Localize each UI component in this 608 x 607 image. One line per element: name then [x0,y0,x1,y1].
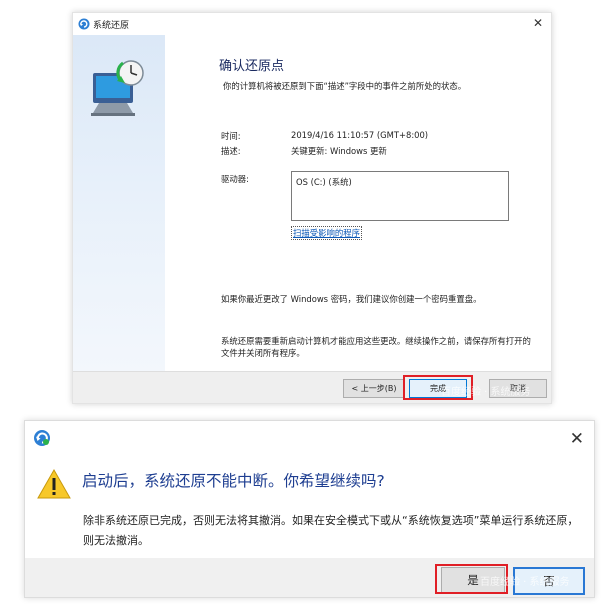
warning-icon [37,469,71,499]
title-bar: 系统还原 ✕ [73,13,551,35]
system-restore-app-icon [34,430,50,446]
system-restore-dialog: 系统还原 ✕ 确认还原点 你的计算机将被还原到下面“描述”字段中的事件之前所处的… [72,12,552,404]
restart-note: 系统还原需要重新启动计算机才能应用这些更改。继续操作之前，请保存所有打开的文件并… [221,336,531,358]
computer-restore-icon [91,60,144,116]
time-value: 2019/4/16 11:10:57 (GMT+8:00) [291,130,429,140]
description-label: 描述: [221,146,241,156]
close-button[interactable]: ✕ [533,16,543,30]
scan-affected-programs-link[interactable]: 扫描受影响的程序 [291,226,362,240]
confirm-description: 除非系统还原已完成，否则无法将其撤消。如果在安全模式下或从“系统恢复选项”菜单运… [83,514,579,547]
button-bar: < 上一步(B) 完成 取消 百度经验 · 系统服务 [73,371,551,403]
drive-item[interactable]: OS (C:) (系统) [296,176,352,188]
watermark: 百度经验 · 系统服务 [480,577,570,588]
left-banner [73,35,165,371]
button-bar: 是 否 百度经验 · 系统服务 [25,558,594,597]
confirm-dialog: ✕ 启动后，系统还原不能中断。你希望继续吗? 除非系统还原已完成，否则无法将其撤… [24,420,595,598]
window-title: 系统还原 [93,21,130,31]
close-button[interactable]: ✕ [570,429,584,449]
page-heading: 确认还原点 [219,59,285,74]
confirm-question: 启动后，系统还原不能中断。你希望继续吗? [82,472,385,490]
drives-label: 驱动器: [221,174,249,184]
intro-text: 你的计算机将被还原到下面“描述”字段中的事件之前所处的状态。 [223,81,467,91]
wizard-content: 确认还原点 你的计算机将被还原到下面“描述”字段中的事件之前所处的状态。 时间:… [165,35,551,371]
drives-list[interactable]: OS (C:) (系统) [291,171,509,221]
time-label: 时间: [221,131,241,141]
description-value: 关键更新: Windows 更新 [291,146,387,156]
back-button[interactable]: < 上一步(B) [343,379,405,398]
password-reset-note: 如果你最近更改了 Windows 密码，我们建议你创建一个密码重置盘。 [221,294,482,304]
watermark: 百度经验 · 系统服务 [441,387,531,398]
system-restore-app-icon [78,18,90,30]
